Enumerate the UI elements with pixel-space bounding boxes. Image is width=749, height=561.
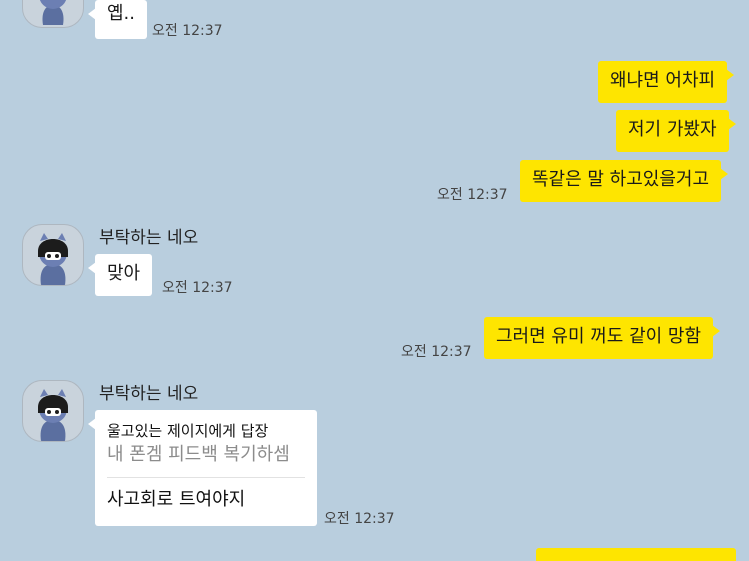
message-bubble[interactable]: 옙.. — [87, 0, 148, 39]
neo-avatar-icon — [39, 0, 67, 25]
message-bubble[interactable]: 똑같은 말 하고있을거고 — [520, 160, 729, 202]
message-text: 저기 가봤자 — [628, 119, 717, 140]
reply-message-bubble[interactable]: 울고있는 제이지에게 답장 내 폰겜 피드백 복기하셈 사고회로 트여야지 — [88, 410, 317, 526]
reply-divider — [107, 477, 305, 478]
message-bubble[interactable]: 왜냐면 어차피 — [598, 61, 735, 103]
message-time: 오전 12:37 — [162, 280, 233, 296]
message-text: 맞아 — [107, 263, 141, 284]
reply-header: 울고있는 제이지에게 답장 — [107, 422, 269, 440]
message-time: 오전 12:37 — [324, 511, 395, 527]
sender-avatar[interactable] — [22, 0, 84, 28]
message-time: 오전 12:37 — [152, 23, 223, 39]
message-text: 똑같은 말 하고있을거고 — [532, 169, 710, 190]
sender-avatar[interactable] — [22, 380, 84, 442]
message-text: 그러면 유미 꺼도 같이 망함 — [496, 326, 702, 347]
sender-avatar[interactable] — [22, 224, 84, 286]
message-text: 사고회로 트여야지 — [107, 489, 246, 510]
sender-name: 부탁하는 네오 — [99, 384, 199, 404]
message-bubble[interactable]: 그러면 유미 꺼도 같이 망함 — [484, 317, 721, 359]
message-bubble[interactable]: 저기 가봤자 — [616, 110, 736, 152]
message-text: 왜냐면 어차피 — [610, 70, 716, 91]
quoted-message[interactable]: 내 폰겜 피드백 복기하셈 — [107, 442, 305, 468]
neo-avatar-icon — [38, 389, 68, 441]
message-bubble[interactable]: 맞아 — [87, 254, 153, 296]
message-text: 옙.. — [107, 3, 136, 24]
sender-name: 부탁하는 네오 — [99, 228, 199, 248]
message-time: 오전 12:37 — [401, 344, 472, 360]
neo-avatar-icon — [38, 233, 68, 285]
message-time: 오전 12:37 — [437, 187, 508, 203]
message-bubble[interactable] — [536, 548, 736, 561]
